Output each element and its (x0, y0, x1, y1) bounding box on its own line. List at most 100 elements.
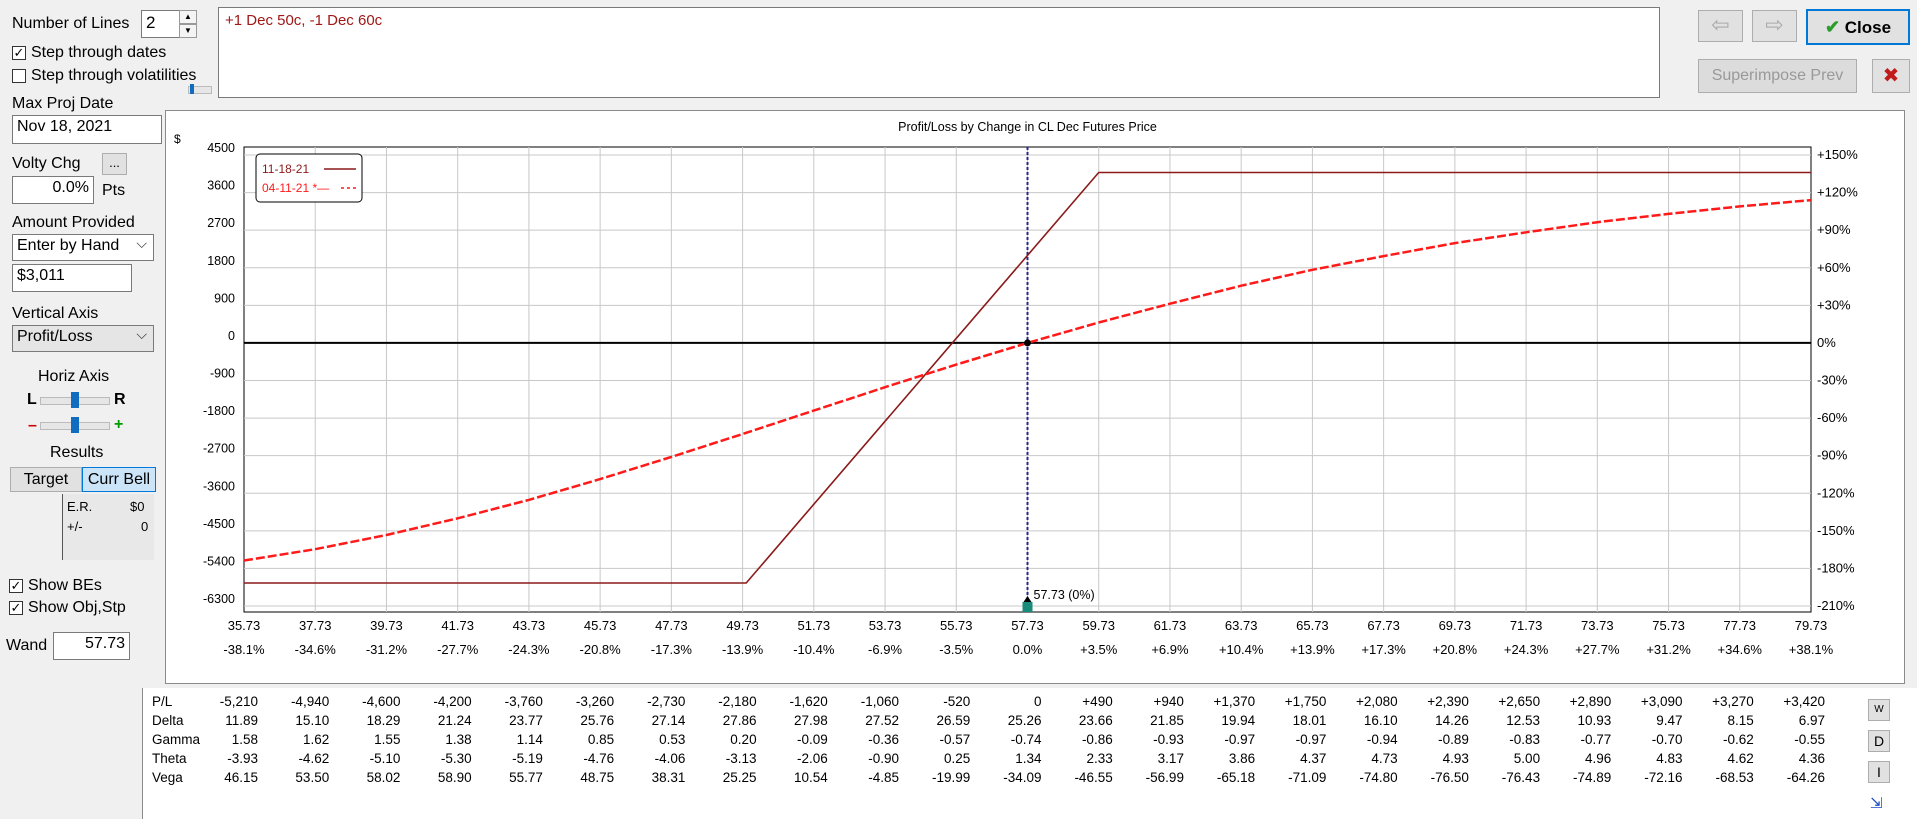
show-bes-checkbox[interactable]: ✓ (9, 579, 23, 593)
greek-cell: -5,210 (219, 694, 258, 709)
y-pct-tick-label: +150% (1817, 147, 1858, 162)
greek-cell: +3,270 (1712, 694, 1754, 709)
position-textarea[interactable]: +1 Dec 50c, -1 Dec 60c (218, 7, 1660, 98)
delete-button[interactable]: ✖ (1872, 59, 1910, 93)
x-pct-tick-label: -34.6% (295, 642, 337, 657)
y-unit-label: $ (174, 132, 181, 146)
amount-provided-label: Amount Provided (12, 214, 135, 231)
greek-cell: 0.25 (943, 751, 971, 766)
w-button[interactable]: W (1868, 699, 1890, 721)
greek-cell: -0.36 (868, 732, 900, 747)
amount-provided-select[interactable]: Enter by Hand (12, 234, 154, 261)
greek-cell: 27.14 (651, 713, 686, 728)
greek-cell: 21.24 (437, 713, 472, 728)
greek-cell: +490 (1082, 694, 1113, 709)
curr-bell-button[interactable]: Curr Bell (82, 467, 156, 492)
x-tick-label: 49.73 (726, 618, 759, 633)
x-pct-tick-label: -24.3% (508, 642, 550, 657)
greek-cell: 55.77 (509, 770, 543, 785)
greek-cell: -3,260 (575, 694, 615, 709)
greek-cell: -0.94 (1366, 732, 1398, 747)
greek-cell: 1.14 (516, 732, 543, 747)
greek-cell: 4.73 (1371, 751, 1398, 766)
x-tick-label: 43.73 (513, 618, 546, 633)
step-vols-checkbox[interactable] (12, 69, 26, 83)
y-tick-label: -6300 (203, 592, 235, 606)
greek-row-label: Theta (152, 751, 187, 766)
greek-cell: -5.19 (512, 751, 543, 766)
x-tick-label: 63.73 (1225, 618, 1258, 633)
x-tick-label: 47.73 (655, 618, 688, 633)
volty-unit: Pts (102, 182, 126, 199)
legend-entry: 04-11-21 *— (262, 181, 329, 195)
close-button[interactable]: ✔ Close (1806, 9, 1910, 45)
x-tick-label: 65.73 (1296, 618, 1329, 633)
greek-cell: 58.90 (437, 770, 472, 785)
slider-plus-label: + (114, 416, 124, 433)
amount-input[interactable]: $3,011 (12, 264, 132, 292)
forward-arrow-icon: ⇨ (1765, 12, 1784, 37)
slider-l-label: L (27, 391, 37, 408)
export-icon[interactable]: ⇲ (1870, 794, 1883, 812)
lr-slider-thumb[interactable] (71, 392, 79, 408)
x-tick-label: 69.73 (1439, 618, 1472, 633)
greek-cell: 26.59 (936, 713, 971, 728)
greek-cell: 12.53 (1506, 713, 1541, 728)
x-pct-tick-label: +10.4% (1219, 642, 1264, 657)
greek-row-label: P/L (152, 694, 173, 709)
spin-up-icon[interactable]: ▲ (179, 10, 197, 24)
x-pct-tick-label: -10.4% (793, 642, 835, 657)
greek-cell: 18.01 (1292, 713, 1327, 728)
spin-down-icon[interactable]: ▼ (179, 24, 197, 38)
greek-cell: 25.26 (1007, 713, 1042, 728)
volty-input[interactable]: 0.0% (12, 176, 94, 204)
greek-cell: +3,420 (1783, 694, 1825, 709)
volty-ellipsis-button[interactable]: ... (102, 153, 127, 175)
greek-cell: 0.53 (659, 732, 686, 747)
i-button[interactable]: I (1868, 761, 1890, 783)
vertical-axis-select[interactable]: Profit/Loss (12, 325, 154, 352)
y-tick-label: -5400 (203, 554, 235, 568)
x-pct-tick-label: +38.1% (1789, 642, 1834, 657)
greek-cell: -2.06 (797, 751, 828, 766)
wand-marker[interactable] (1022, 602, 1033, 612)
show-obj-checkbox[interactable]: ✓ (9, 601, 23, 615)
max-proj-date-input[interactable]: Nov 18, 2021 (12, 115, 162, 144)
greek-cell: +2,650 (1498, 694, 1541, 709)
greek-cell: -56.99 (1145, 770, 1184, 785)
d-button[interactable]: D (1868, 730, 1890, 752)
greek-cell: -3.93 (227, 751, 258, 766)
greek-cell: 3.86 (1228, 751, 1256, 766)
number-of-lines-input[interactable]: 2 (141, 10, 181, 38)
x-tick-label: 51.73 (798, 618, 831, 633)
x-pct-tick-label: -3.5% (939, 642, 973, 657)
wand-input[interactable]: 57.73 (53, 632, 130, 660)
x-pct-tick-label: -13.9% (722, 642, 764, 657)
greek-cell: 25.25 (722, 770, 757, 785)
greek-cell: 18.29 (366, 713, 401, 728)
greek-cell: -4.85 (868, 770, 900, 785)
greek-cell: 23.66 (1078, 713, 1113, 728)
step-dates-checkbox[interactable]: ✓ (12, 46, 26, 60)
greek-cell: -0.83 (1509, 732, 1541, 747)
greek-cell: +1,370 (1213, 694, 1256, 709)
back-button[interactable]: ⇦ (1698, 10, 1743, 42)
step-dates-label: Step through dates (31, 44, 167, 61)
x-icon: ✖ (1882, 65, 1900, 87)
y-pct-tick-label: -150% (1817, 523, 1855, 538)
greek-cell: 3.17 (1157, 751, 1184, 766)
forward-button[interactable]: ⇨ (1752, 10, 1797, 42)
target-button[interactable]: Target (10, 467, 82, 492)
x-pct-tick-label: -38.1% (223, 642, 265, 657)
mini-slider-thumb[interactable] (190, 84, 194, 94)
greek-cell: -0.57 (939, 732, 971, 747)
superimpose-prev-button[interactable]: Superimpose Prev (1698, 59, 1857, 93)
profit-loss-chart[interactable]: Profit/Loss by Change in CL Dec Futures … (166, 111, 1904, 683)
x-pct-tick-label: +24.3% (1504, 642, 1549, 657)
y-tick-label: 4500 (207, 141, 235, 155)
zoom-slider-thumb[interactable] (71, 417, 79, 433)
greek-cell: +2,080 (1355, 694, 1398, 709)
x-pct-tick-label: +13.9% (1290, 642, 1335, 657)
greek-row-label: Vega (152, 770, 183, 785)
greek-cell: 5.00 (1513, 751, 1541, 766)
